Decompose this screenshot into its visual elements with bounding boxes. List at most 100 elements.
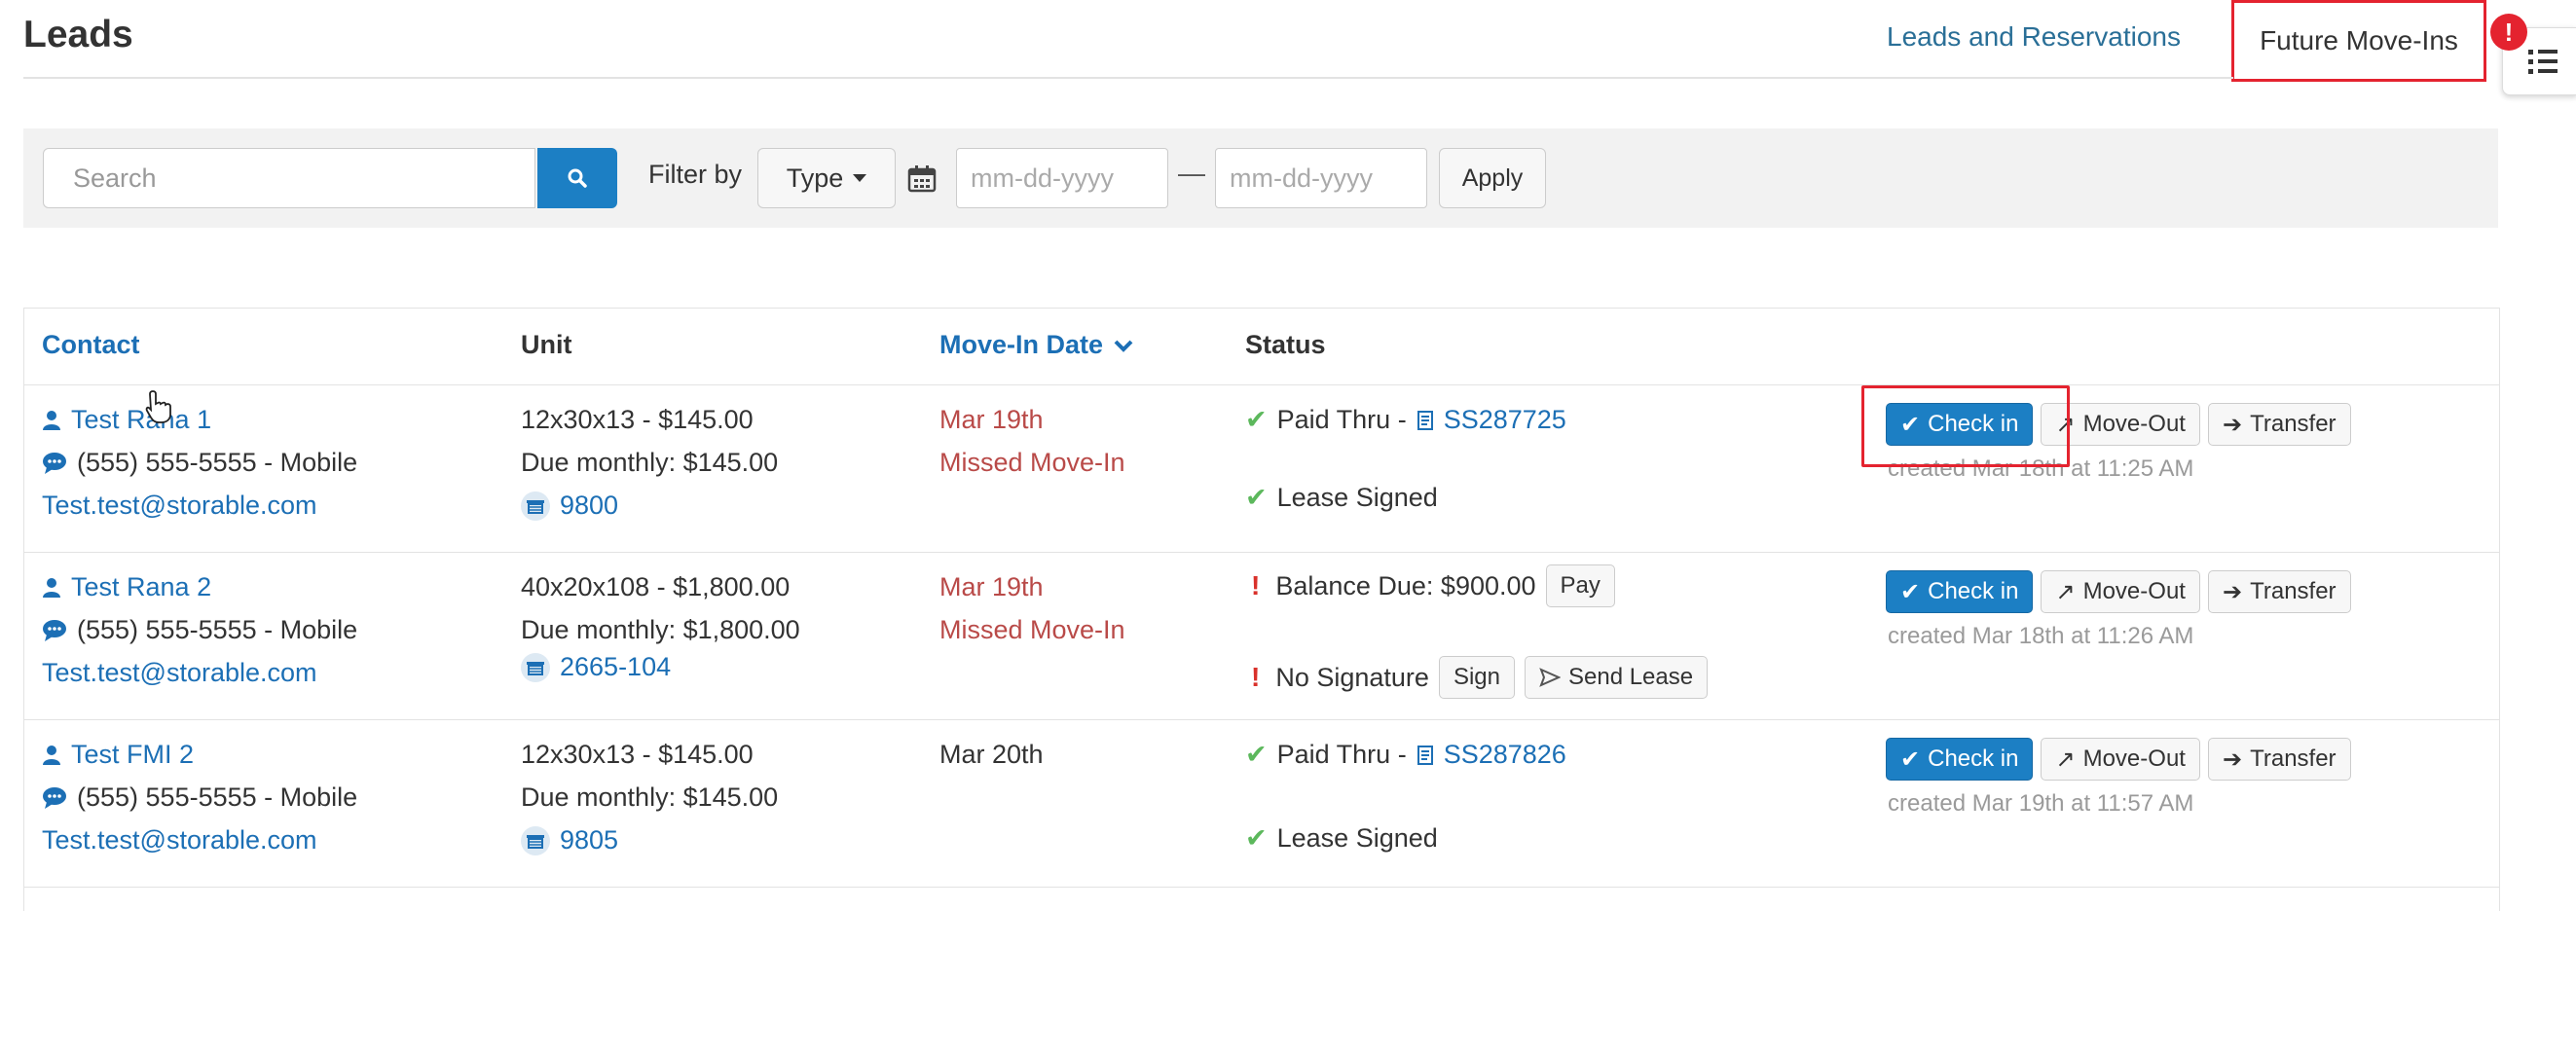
- move-out-button[interactable]: ↗ Move-Out: [2041, 738, 2200, 781]
- alert-badge[interactable]: !: [2490, 14, 2527, 51]
- contact-phone-text: (555) 555-5555 - Mobile: [77, 782, 358, 812]
- sign-button[interactable]: Sign: [1438, 656, 1515, 699]
- transfer-label: Transfer: [2250, 578, 2337, 604]
- column-header-unit: Unit: [521, 330, 572, 359]
- contact-phone: (555) 555-5555 - Mobile: [42, 782, 357, 813]
- unit-due-monthly: Due monthly: $145.00: [521, 448, 779, 477]
- nav-leads-and-reservations[interactable]: Leads and Reservations: [1887, 21, 2181, 53]
- status-lease-signed: ✔ Lease Signed: [1245, 823, 1438, 854]
- transfer-button[interactable]: ➔ Transfer: [2207, 738, 2351, 781]
- header-divider: [23, 77, 2233, 79]
- arrow-right-icon: ➔: [2222, 578, 2243, 605]
- table-row: [24, 887, 2499, 1055]
- row-actions: ✔ Check in ↗ Move-Out ➔ Transfer: [1886, 570, 2351, 613]
- paid-thru-label: Paid Thru -: [1276, 740, 1407, 769]
- filter-by-label: Filter by: [648, 160, 743, 189]
- type-dropdown-label: Type: [786, 163, 844, 193]
- send-lease-label: Send Lease: [1567, 664, 1694, 690]
- contact-name[interactable]: Test Rana 1: [42, 405, 211, 435]
- transfer-label: Transfer: [2250, 746, 2337, 772]
- check-icon: ✔: [1245, 740, 1268, 769]
- person-icon: [43, 577, 60, 598]
- chevron-down-icon: [1114, 340, 1133, 352]
- contact-email[interactable]: Test.test@storable.com: [42, 825, 317, 855]
- check-icon: ✔: [1900, 746, 1921, 773]
- chat-bubble-icon: [43, 786, 66, 809]
- move-in-date: Mar 20th: [939, 740, 1044, 769]
- check-in-button[interactable]: ✔ Check in: [1886, 738, 2034, 781]
- send-icon: [1539, 668, 1561, 687]
- contact-email[interactable]: Test.test@storable.com: [42, 491, 317, 521]
- table-row: Test Rana 2 (555) 555-5555 - Mobile Test…: [24, 552, 2499, 720]
- contact-name[interactable]: Test FMI 2: [42, 740, 194, 770]
- caret-down-icon: [853, 174, 867, 182]
- exclamation-icon: !: [1251, 662, 1261, 692]
- unit-description: 12x30x13 - $145.00: [521, 740, 754, 769]
- unit-due-monthly: Due monthly: $145.00: [521, 782, 779, 812]
- contact-name[interactable]: Test Rana 2: [42, 572, 211, 602]
- missed-move-in-label: Missed Move-In: [939, 448, 1125, 477]
- unit-number[interactable]: 9800: [521, 491, 618, 521]
- check-in-label: Check in: [1928, 746, 2019, 772]
- column-header-contact[interactable]: Contact: [42, 330, 140, 360]
- search-button[interactable]: [537, 148, 617, 208]
- unit-number[interactable]: 9805: [521, 825, 618, 855]
- date-from-input[interactable]: [956, 148, 1168, 208]
- transfer-button[interactable]: ➔ Transfer: [2207, 570, 2351, 613]
- contact-phone: (555) 555-5555 - Mobile: [42, 615, 357, 645]
- date-to-input[interactable]: [1215, 148, 1427, 208]
- balance-due-label: Balance Due: $900.00: [1275, 570, 1536, 600]
- page-title: Leads: [23, 14, 133, 55]
- check-in-button[interactable]: ✔ Check in: [1886, 570, 2034, 613]
- unit-description: 12x30x13 - $145.00: [521, 405, 754, 434]
- unit-description: 40x20x108 - $1,800.00: [521, 572, 791, 601]
- contact-name-text: Test Rana 1: [71, 405, 212, 434]
- lease-signed-label: Lease Signed: [1276, 823, 1438, 853]
- row-actions: ✔ Check in ↗ Move-Out ➔ Transfer: [1886, 738, 2351, 781]
- move-out-button[interactable]: ↗ Move-Out: [2041, 570, 2200, 613]
- column-header-status: Status: [1245, 330, 1326, 359]
- unit-number-text: 9805: [560, 825, 619, 855]
- nav-future-move-ins[interactable]: Future Move-Ins: [2231, 0, 2486, 82]
- arrow-up-right-icon: ↗: [2055, 746, 2076, 773]
- search-icon: [568, 168, 587, 188]
- hand-cursor-icon: [145, 390, 171, 423]
- check-icon: ✔: [1900, 578, 1921, 605]
- receipt-link[interactable]: SS287725: [1444, 405, 1566, 435]
- transfer-label: Transfer: [2250, 411, 2337, 437]
- receipt-link[interactable]: SS287826: [1444, 740, 1566, 770]
- paid-thru-label: Paid Thru -: [1276, 405, 1407, 434]
- arrow-up-right-icon: ↗: [2055, 578, 2076, 605]
- status-no-signature: ! No Signature Sign Send Lease: [1245, 656, 1709, 699]
- status-paid-thru: ✔ Paid Thru - SS287725: [1245, 405, 1566, 435]
- pay-button[interactable]: Pay: [1545, 564, 1615, 607]
- status-paid-thru: ✔ Paid Thru - SS287826: [1245, 740, 1566, 770]
- table-row: Test FMI 2 (555) 555-5555 - Mobile Test.…: [24, 719, 2499, 888]
- send-lease-button[interactable]: Send Lease: [1524, 656, 1709, 699]
- lease-signed-label: Lease Signed: [1276, 483, 1438, 512]
- filter-bar: Filter by Type — Apply: [23, 128, 2498, 228]
- receipt-icon: [1417, 745, 1433, 765]
- status-lease-signed: ✔ Lease Signed: [1245, 483, 1438, 513]
- contact-phone: (555) 555-5555 - Mobile: [42, 448, 357, 478]
- contact-email[interactable]: Test.test@storable.com: [42, 658, 317, 688]
- no-signature-label: No Signature: [1275, 662, 1429, 692]
- contact-phone-text: (555) 555-5555 - Mobile: [77, 615, 358, 644]
- receipt-icon: [1417, 410, 1433, 430]
- search-input[interactable]: [43, 148, 535, 208]
- chat-bubble-icon: [43, 452, 66, 474]
- storage-unit-icon: [521, 652, 550, 682]
- apply-button[interactable]: Apply: [1439, 148, 1546, 208]
- column-header-move-in-date[interactable]: Move-In Date: [939, 330, 1134, 360]
- table-row: Test Rana 1 (555) 555-5555 - Mobile Test…: [24, 384, 2499, 553]
- type-dropdown[interactable]: Type: [757, 148, 896, 208]
- unit-number[interactable]: 2665-104: [521, 652, 671, 682]
- person-icon: [43, 745, 60, 765]
- check-icon: ✔: [1245, 405, 1268, 434]
- leads-table: Contact Unit Move-In Date Status Test Ra…: [23, 308, 2500, 911]
- contact-name-text: Test FMI 2: [71, 740, 195, 769]
- check-icon: ✔: [1245, 823, 1268, 853]
- contact-name-text: Test Rana 2: [71, 572, 212, 601]
- transfer-button[interactable]: ➔ Transfer: [2207, 403, 2351, 446]
- calendar-icon: [907, 165, 937, 193]
